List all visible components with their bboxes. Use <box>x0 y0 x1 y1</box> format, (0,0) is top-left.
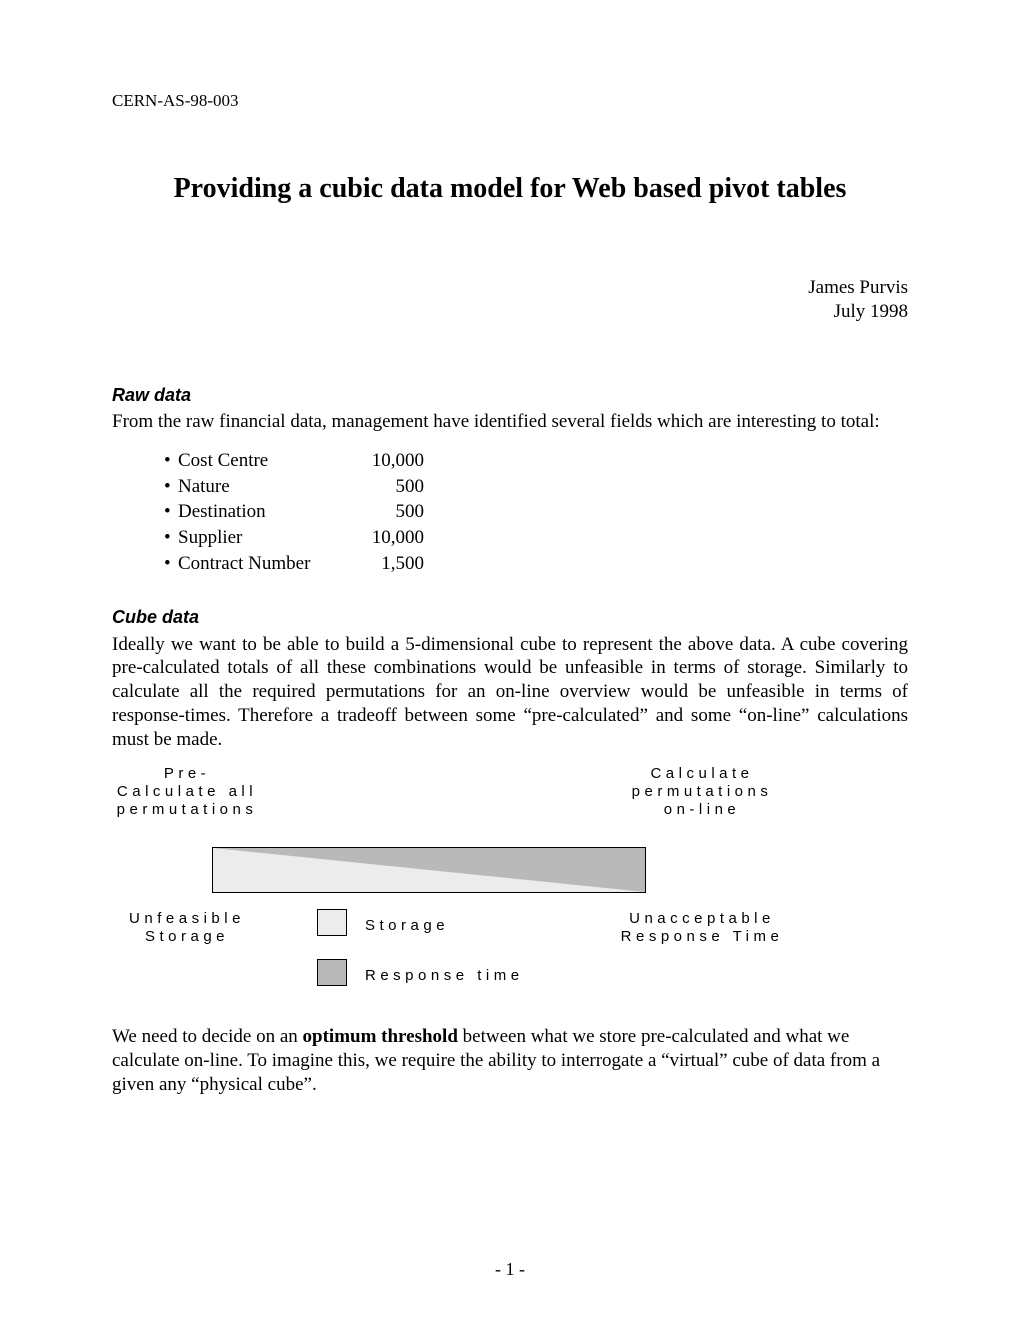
field-name: Destination <box>178 501 266 522</box>
cube-data-p2: We need to decide on an optimum threshol… <box>112 1025 908 1096</box>
field-name: Contract Number <box>178 553 310 574</box>
section-heading-cube-data: Cube data <box>112 606 908 629</box>
field-value: 500 <box>354 474 424 500</box>
legend-label-storage: Storage <box>365 917 485 935</box>
field-name: Supplier <box>178 527 242 548</box>
field-value: 500 <box>354 499 424 525</box>
tradeoff-diagram: Pre- Calculate all permutations Calculat… <box>112 765 792 1005</box>
field-name: Cost Centre <box>178 450 268 471</box>
page-number: - 1 - <box>0 1258 1020 1281</box>
section-heading-raw-data: Raw data <box>112 384 908 407</box>
diagram-label-unacceptable-response: Unacceptable Response Time <box>612 910 792 946</box>
field-row: •Destination 500 <box>164 499 908 525</box>
tradeoff-bar-icon <box>213 848 645 892</box>
author-name: James Purvis <box>112 276 908 300</box>
diagram-tradeoff-bar <box>212 847 646 893</box>
raw-data-intro: From the raw financial data, management … <box>112 410 908 434</box>
author-date: July 1998 <box>112 300 908 324</box>
field-row: •Contract Number 1,500 <box>164 551 908 577</box>
field-row: •Cost Centre 10,000 <box>164 448 908 474</box>
author-block: James Purvis July 1998 <box>112 276 908 324</box>
legend-label-response: Response time <box>365 967 565 985</box>
paper-title: Providing a cubic data model for Web bas… <box>112 171 908 206</box>
field-name: Nature <box>178 476 230 497</box>
field-row: •Supplier 10,000 <box>164 525 908 551</box>
field-list: •Cost Centre 10,000 •Nature 500 •Destina… <box>164 448 908 576</box>
cube-data-p1: Ideally we want to be able to build a 5-… <box>112 633 908 752</box>
diagram-label-unfeasible-storage: Unfeasible Storage <box>112 910 262 946</box>
legend-swatch-storage-icon <box>317 909 347 936</box>
page: CERN-AS-98-003 Providing a cubic data mo… <box>0 0 1020 1320</box>
diagram-label-calculate-online: Calculate permutations on-line <box>617 765 787 819</box>
field-row: •Nature 500 <box>164 474 908 500</box>
field-value: 10,000 <box>354 525 424 551</box>
legend-swatch-response-icon <box>317 959 347 986</box>
field-value: 1,500 <box>354 551 424 577</box>
diagram-label-precalculate: Pre- Calculate all permutations <box>112 765 262 819</box>
emphasis-optimum-threshold: optimum threshold <box>303 1026 458 1047</box>
field-value: 10,000 <box>354 448 424 474</box>
document-id: CERN-AS-98-003 <box>112 90 908 111</box>
